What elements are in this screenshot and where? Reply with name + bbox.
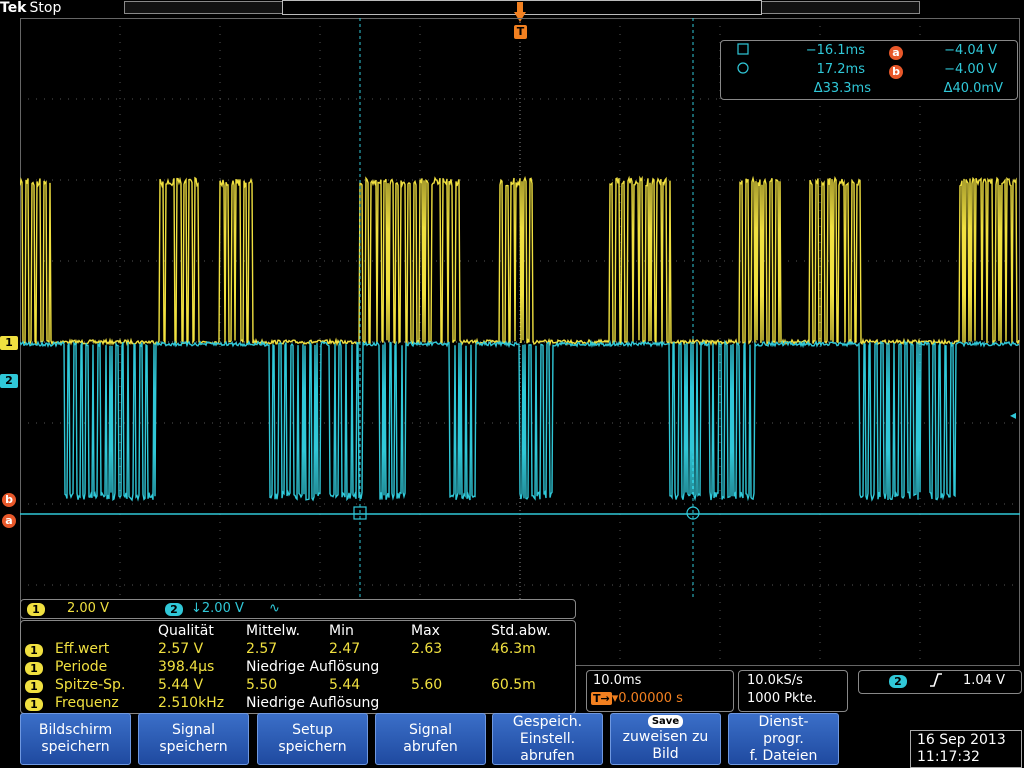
- timebase-position: ▾0.00000 s: [611, 691, 683, 706]
- meas-header-quality: Qualität: [158, 623, 214, 639]
- trigger-slope-icon: [929, 672, 943, 694]
- meas-row-quality: 5.44 V: [158, 677, 204, 693]
- brand-status: Tek Stop: [0, 0, 61, 16]
- cursor-b-badge: b: [889, 65, 903, 79]
- trigger-source-badge: 2: [889, 675, 907, 688]
- meas-row-badge: 1: [25, 644, 43, 657]
- measurement-panel[interactable]: Qualität Mittelw. Min Max Std.abw. 1 Eff…: [20, 620, 576, 714]
- meas-row-std: 46.3m: [491, 641, 536, 657]
- cursor-a-badge: a: [889, 46, 903, 60]
- meas-row-note: Niedrige Auflösung: [246, 659, 380, 675]
- button-label: Einstell.: [519, 730, 576, 747]
- meas-header-min: Min: [329, 623, 354, 639]
- meas-row-std: 60.5m: [491, 677, 536, 693]
- button-label: zuweisen zu: [622, 729, 709, 745]
- trigger-level: 1.04 V: [963, 673, 1005, 688]
- button-label: speichern: [41, 739, 110, 755]
- vertical-scale-bar: 1 2.00 V 2 ↓2.00 V ∿: [20, 599, 576, 619]
- button-label: speichern: [278, 739, 347, 755]
- trigger-marker[interactable]: T: [514, 25, 527, 39]
- assign-save-button[interactable]: Save zuweisen zu Bild: [610, 713, 721, 765]
- cursor-b-volt: −4.00 V: [944, 62, 997, 77]
- cursor-square-icon: [737, 43, 749, 61]
- meas-row-name: Spitze-Sp.: [55, 677, 126, 693]
- meas-header-max: Max: [411, 623, 440, 639]
- cursor-2-time: 17.2ms: [816, 62, 865, 77]
- ch1-scale-badge[interactable]: 1: [27, 603, 45, 616]
- meas-row-max: 2.63: [411, 641, 443, 657]
- save-screen-button[interactable]: Bildschirm speichern: [20, 713, 131, 765]
- ch1-ground-marker[interactable]: 1: [0, 336, 18, 350]
- cursor-a-volt: −4.04 V: [944, 43, 997, 58]
- button-label: Bild: [652, 746, 679, 762]
- save-waveform-button[interactable]: Signal speichern: [138, 713, 249, 765]
- cursor-delta-volt: Δ40.0mV: [943, 81, 1003, 96]
- meas-header-mean: Mittelw.: [246, 623, 301, 639]
- ch2-coupling-icon: ∿: [269, 601, 280, 616]
- button-label: f. Dateien: [749, 747, 818, 764]
- meas-row-mean: 5.50: [246, 677, 278, 693]
- meas-row-name: Frequenz: [55, 695, 119, 711]
- date-text: 16 Sep 2013: [917, 732, 1006, 748]
- meas-row-mean: 2.57: [246, 641, 278, 657]
- meas-header-std: Std.abw.: [491, 623, 551, 639]
- button-label: Bildschirm: [38, 722, 113, 738]
- button-label: progr.: [763, 730, 804, 747]
- trigger-box[interactable]: 2 1.04 V: [858, 670, 1022, 694]
- button-label: Dienst-: [758, 713, 809, 730]
- meas-row-note: Niedrige Auflösung: [246, 695, 380, 711]
- brand-logo: Tek: [0, 0, 27, 16]
- meas-row-badge: 1: [25, 662, 43, 675]
- save-setup-button[interactable]: Setup speichern: [257, 713, 368, 765]
- trigger-level-arrow-icon: ◂: [1010, 408, 1017, 422]
- meas-row-quality: 2.57 V: [158, 641, 204, 657]
- graticule-grid: [20, 18, 1020, 666]
- button-label: Gespeich.: [512, 713, 583, 730]
- button-label: abrufen: [520, 747, 575, 764]
- timebase-box[interactable]: 10.0ms T→ ▾0.00000 s: [586, 670, 734, 712]
- meas-row-min: 2.47: [329, 641, 361, 657]
- button-label: Signal: [408, 722, 452, 738]
- recall-setup-button[interactable]: Gespeich. Einstell. abrufen: [492, 713, 603, 765]
- meas-row-name: Periode: [55, 659, 108, 675]
- save-chip-icon: Save: [647, 715, 684, 728]
- ch2-ground-marker[interactable]: 2: [0, 374, 18, 388]
- meas-row-badge: 1: [25, 698, 43, 711]
- meas-row-min: 5.44: [329, 677, 361, 693]
- cursor-circle-icon: [737, 62, 749, 80]
- recall-waveform-button[interactable]: Signal abrufen: [375, 713, 486, 765]
- meas-row-quality: 398.4µs: [158, 659, 215, 675]
- button-label: speichern: [159, 739, 228, 755]
- button-label: Signal: [171, 722, 215, 738]
- cursor-a-marker[interactable]: a: [2, 514, 16, 528]
- acquisition-state: Stop: [29, 0, 62, 16]
- meas-row-max: 5.60: [411, 677, 443, 693]
- sample-rate: 10.0kS/s: [747, 673, 803, 688]
- cursor-1-time: −16.1ms: [805, 43, 865, 58]
- record-points: 1000 Pkte.: [747, 691, 817, 706]
- trigger-offset-icon: T→: [591, 692, 612, 705]
- ch1-scale-value[interactable]: 2.00 V: [67, 600, 109, 618]
- waveform-display[interactable]: [20, 18, 1020, 666]
- meas-row-quality: 2.510kHz: [158, 695, 225, 711]
- acquisition-box[interactable]: 10.0kS/s 1000 Pkte.: [738, 670, 848, 712]
- meas-row-name: Eff.wert: [55, 641, 110, 657]
- date-time-display: 16 Sep 2013 11:17:32: [910, 730, 1022, 768]
- ch2-scale-badge[interactable]: 2: [165, 603, 183, 616]
- ch2-scale-value[interactable]: ↓2.00 V: [191, 600, 244, 618]
- button-label: abrufen: [403, 739, 458, 755]
- cursor-readout: −16.1ms a −4.04 V 17.2ms b −4.00 V Δ33.3…: [720, 40, 1018, 100]
- meas-row-badge: 1: [25, 680, 43, 693]
- ch2-waveform: [20, 339, 1019, 502]
- file-utilities-button[interactable]: Dienst- progr. f. Dateien: [728, 713, 839, 765]
- cursor-b-marker[interactable]: b: [2, 493, 16, 507]
- time-text: 11:17:32: [917, 749, 980, 765]
- timebase-scale: 10.0ms: [593, 673, 642, 688]
- cursor-delta-time: Δ33.3ms: [813, 81, 871, 96]
- button-label: Setup: [292, 722, 333, 738]
- ch1-waveform: [20, 175, 1020, 347]
